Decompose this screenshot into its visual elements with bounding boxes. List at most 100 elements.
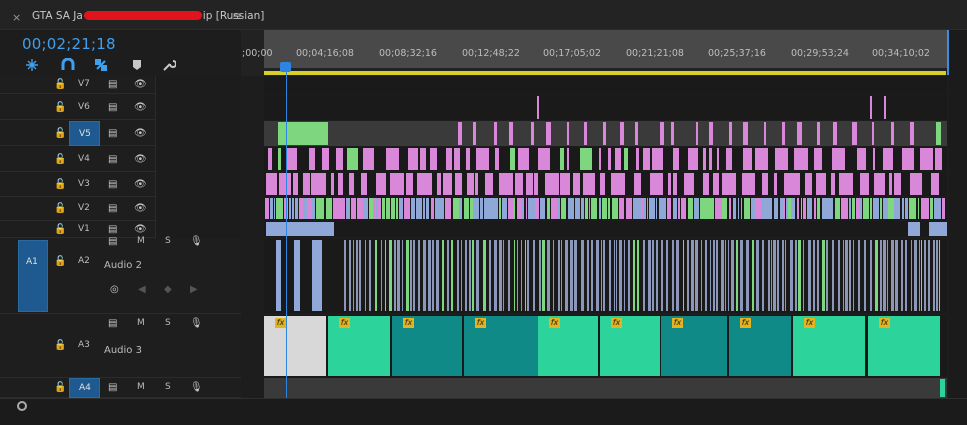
microphone-icon[interactable]: 🎙 — [190, 236, 203, 247]
audio-clip[interactable] — [553, 240, 555, 312]
audio-clip[interactable] — [691, 240, 694, 312]
video-clip[interactable] — [266, 222, 334, 237]
video-clip[interactable] — [311, 198, 315, 220]
video-clip[interactable] — [408, 148, 419, 171]
video-clip[interactable] — [831, 173, 835, 196]
video-clip[interactable] — [518, 148, 529, 171]
audio-clip[interactable] — [507, 240, 511, 312]
audio-clip[interactable] — [845, 240, 848, 312]
panel-menu-icon[interactable]: ≡ — [232, 9, 242, 23]
audio-clip[interactable] — [368, 240, 372, 312]
video-clip[interactable] — [816, 122, 820, 145]
video-clip[interactable] — [556, 198, 560, 220]
next-keyframe-icon[interactable]: ▶ — [190, 284, 198, 295]
eye-icon[interactable]: 👁 — [134, 179, 147, 190]
audio-clip[interactable] — [628, 240, 630, 312]
video-clip[interactable] — [310, 173, 327, 196]
video-clip[interactable] — [831, 148, 845, 171]
audio-clip[interactable] — [436, 240, 439, 312]
audio-clip[interactable] — [875, 240, 878, 312]
video-clip[interactable] — [442, 173, 452, 196]
video-clip[interactable] — [763, 122, 767, 145]
video-clip[interactable] — [832, 122, 838, 145]
audio-clip[interactable] — [595, 240, 599, 312]
audio-clip[interactable] — [499, 240, 503, 312]
track-lane-a4[interactable] — [264, 378, 947, 398]
audio-clip[interactable] — [417, 240, 420, 312]
video-clip[interactable] — [773, 173, 778, 196]
video-clip[interactable] — [457, 122, 462, 145]
source-patch-a4[interactable]: A4 — [69, 378, 100, 398]
video-clip[interactable] — [703, 173, 709, 196]
video-clip[interactable] — [420, 148, 427, 171]
video-clip[interactable] — [673, 198, 678, 220]
audio-clip[interactable] — [676, 240, 679, 312]
video-clip[interactable] — [534, 173, 539, 196]
video-clip[interactable] — [515, 173, 523, 196]
audio-clip[interactable] — [397, 240, 400, 312]
video-clip[interactable] — [835, 198, 840, 220]
video-clip[interactable] — [659, 122, 665, 145]
audio-clip[interactable] — [785, 240, 787, 312]
video-clip[interactable] — [454, 173, 463, 196]
video-clip[interactable] — [930, 173, 939, 196]
video-clip[interactable] — [910, 122, 915, 145]
fx-badge-icon[interactable]: fx — [611, 318, 622, 328]
audio-clip[interactable] — [561, 240, 563, 312]
video-clip[interactable] — [643, 198, 646, 220]
video-clip[interactable] — [335, 148, 343, 171]
video-clip[interactable] — [684, 173, 695, 196]
video-clip[interactable] — [941, 198, 945, 220]
video-clip[interactable] — [851, 198, 855, 220]
sync-lock-icon[interactable]: ▤ — [108, 79, 117, 90]
audio-clip[interactable] — [665, 240, 669, 312]
video-clip[interactable] — [888, 198, 894, 220]
track-lane-v1[interactable] — [264, 221, 947, 237]
audio-clip[interactable] — [546, 240, 550, 312]
video-clip[interactable] — [446, 148, 452, 171]
video-clip[interactable] — [859, 173, 869, 196]
sync-lock-icon[interactable]: ▤ — [108, 179, 117, 190]
video-clip[interactable] — [309, 148, 315, 171]
audio-clip[interactable] — [816, 240, 820, 312]
audio-clip[interactable] — [661, 240, 663, 312]
video-clip[interactable] — [909, 198, 917, 220]
video-clip[interactable] — [821, 198, 828, 220]
audio-clip[interactable] — [636, 240, 639, 312]
audio-clip[interactable] — [720, 240, 724, 312]
audio-clip[interactable] — [822, 240, 825, 312]
lock-icon[interactable]: 🔓 — [54, 79, 66, 90]
audio-clip[interactable] — [837, 240, 840, 312]
audio-clip[interactable] — [616, 240, 618, 312]
video-clip[interactable] — [695, 122, 699, 145]
sync-lock-icon[interactable]: ▤ — [108, 154, 117, 165]
audio-clip[interactable] — [939, 240, 941, 312]
audio-clip[interactable] — [918, 240, 920, 312]
video-clip[interactable] — [582, 173, 595, 196]
video-clip[interactable] — [385, 148, 399, 171]
sync-lock-icon[interactable]: ▤ — [108, 236, 117, 247]
lock-icon[interactable]: 🔓 — [54, 224, 66, 235]
video-clip[interactable] — [755, 198, 761, 220]
linked-selection-icon[interactable] — [94, 58, 108, 72]
audio-clip[interactable] — [405, 240, 409, 312]
video-clip[interactable] — [673, 173, 678, 196]
video-clip[interactable] — [936, 198, 941, 220]
video-clip[interactable] — [872, 198, 879, 220]
video-clip[interactable] — [493, 122, 498, 145]
video-clip[interactable] — [463, 198, 469, 220]
audio-clip[interactable] — [633, 240, 636, 312]
audio-clip[interactable] — [712, 240, 716, 312]
video-clip[interactable] — [743, 148, 752, 171]
audio-clip[interactable] — [724, 240, 727, 312]
video-clip[interactable] — [459, 198, 462, 220]
video-clip[interactable] — [287, 148, 298, 171]
audio-clip[interactable] — [746, 240, 750, 312]
video-clip[interactable] — [315, 198, 323, 220]
video-clip[interactable] — [920, 148, 933, 171]
audio-clip[interactable] — [891, 240, 895, 312]
video-clip[interactable] — [929, 222, 947, 237]
video-clip[interactable] — [784, 173, 800, 196]
source-patch-a1[interactable]: A1 — [18, 240, 48, 312]
audio-clip[interactable] — [895, 240, 898, 312]
